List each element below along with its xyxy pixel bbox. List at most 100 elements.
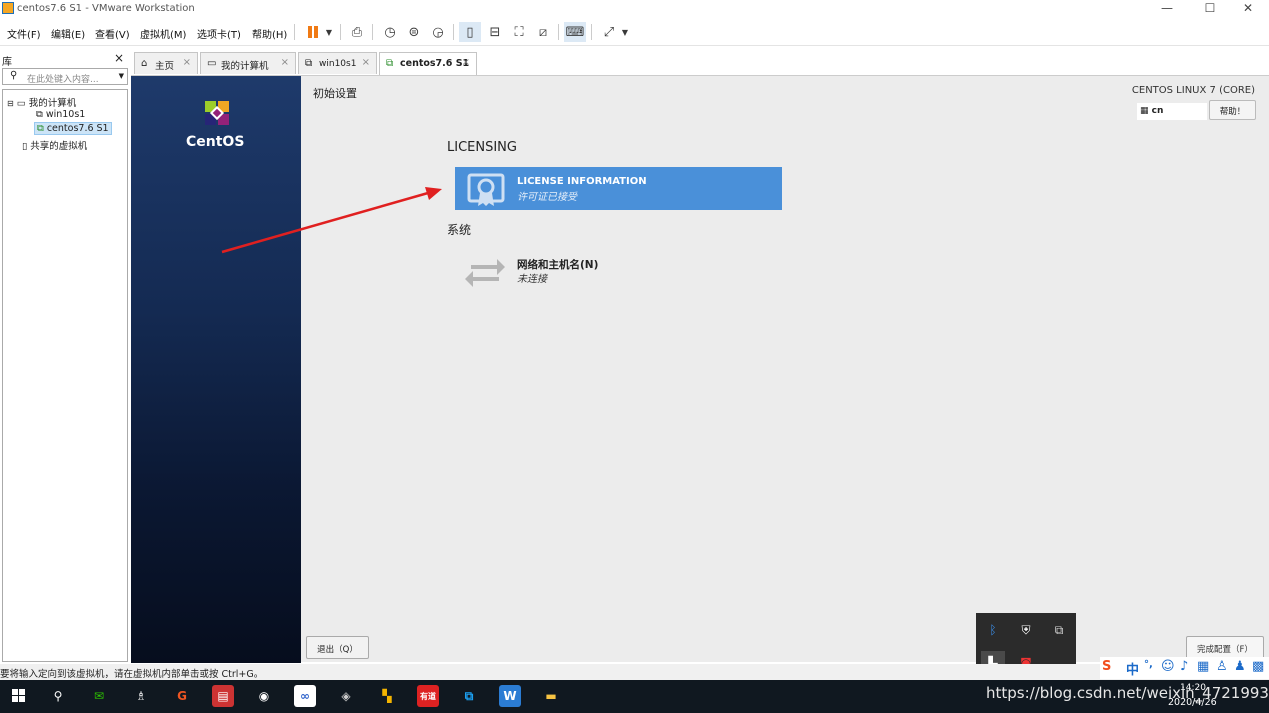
menu-help[interactable]: 帮助(H) xyxy=(252,26,287,41)
network-hostname-spoke[interactable]: 网络和主机名(N) 未连接 xyxy=(455,247,782,292)
soft-keyboard-icon[interactable]: ▦ xyxy=(1197,659,1209,674)
ime-toolbar: S 中 °, ☺ ♪ ▦ ♙ ♟ ▩ xyxy=(1100,657,1269,679)
tab-bar: ⌂ 主页 × ▭ 我的计算机 × ⧉ win10s1 × ⧉ centos7.6… xyxy=(131,52,1269,75)
minimize-button[interactable]: — xyxy=(1152,1,1182,15)
search-icon: ⚲ xyxy=(10,70,18,81)
ime-mode[interactable]: 中 xyxy=(1126,659,1139,678)
tab-close-icon[interactable]: × xyxy=(462,57,470,68)
emoji-icon[interactable]: ☺ xyxy=(1161,659,1175,674)
status-bar: 要将输入定向到该虚拟机，请在虚拟机内部单击或按 Ctrl+G。 xyxy=(0,664,1269,680)
clock-date[interactable]: 2020/4/26 xyxy=(1168,697,1217,708)
library-header: 库 × xyxy=(0,48,130,68)
tree-item-my-computer[interactable]: ⊟ ▭ 我的计算机 xyxy=(7,95,76,109)
tab-centos[interactable]: ⧉ centos7.6 S1 × xyxy=(379,52,477,75)
menu-tabs[interactable]: 选项卡(T) xyxy=(197,26,241,41)
tab-close-icon[interactable]: × xyxy=(281,57,289,68)
license-status: 许可证已接受 xyxy=(517,192,577,203)
tree-item-centos[interactable]: ⧉ centos7.6 S1 xyxy=(34,122,112,135)
window-titlebar: centos7.6 S1 - VMware Workstation — ☐ ✕ xyxy=(0,0,1269,18)
power-dropdown-icon[interactable]: ▼ xyxy=(318,22,340,42)
vm-running-icon: ⧉ xyxy=(37,123,44,134)
unity-icon[interactable]: ⧄ xyxy=(532,22,554,42)
library-title: 库 xyxy=(2,57,12,68)
tab-home[interactable]: ⌂ 主页 × xyxy=(134,52,198,74)
tree-item-win10s1[interactable]: ⧉ win10s1 xyxy=(36,109,85,120)
tab-my-computer[interactable]: ▭ 我的计算机 × xyxy=(200,52,296,74)
library-search-input[interactable]: ⚲ 在此处键入内容... ▼ xyxy=(2,68,128,85)
license-information-spoke[interactable]: LICENSE INFORMATION 许可证已接受 xyxy=(455,167,782,210)
sogou-logo-icon[interactable]: S xyxy=(1102,659,1111,674)
library-close-button[interactable]: × xyxy=(114,51,124,65)
terminal-app-icon[interactable]: ◈ xyxy=(335,685,357,707)
search-icon[interactable]: ⚲ xyxy=(47,685,69,707)
menu-vm[interactable]: 虚拟机(M) xyxy=(140,26,186,41)
stretch-dropdown-icon[interactable]: ▼ xyxy=(614,22,636,42)
tab-close-icon[interactable]: × xyxy=(183,57,191,68)
send-ctrl-alt-del-icon[interactable]: ⎙ xyxy=(346,22,368,42)
menu-edit[interactable]: 编辑(E) xyxy=(51,26,85,41)
office-app-icon[interactable]: ▚ xyxy=(376,685,398,707)
licensing-heading: LICENSING xyxy=(447,140,517,155)
thumbnail-bar-icon[interactable]: ⊟ xyxy=(484,22,506,42)
snapshot-icon[interactable]: ◷ xyxy=(379,22,401,42)
centos-logo-icon xyxy=(205,101,229,125)
maximize-button[interactable]: ☐ xyxy=(1195,1,1225,15)
browser-icon[interactable]: G xyxy=(171,685,193,707)
vm-icon: ⧉ xyxy=(36,109,43,120)
anaconda-sidebar: CentOS xyxy=(131,76,301,663)
vm-console[interactable]: CentOS 初始设置 CENTOS LINUX 7 (CORE) ▦ cn 帮… xyxy=(131,75,1269,663)
computer-icon: ▭ xyxy=(16,98,26,109)
vm-icon: ⧉ xyxy=(305,58,313,69)
calendar-app-icon[interactable]: ▤ xyxy=(212,685,234,707)
tab-close-icon[interactable]: × xyxy=(362,57,370,68)
clock-time[interactable]: 14:20 xyxy=(1180,683,1206,693)
centos-brand-text: CentOS xyxy=(186,134,245,150)
bluetooth-icon[interactable]: ᛒ xyxy=(981,618,1005,642)
quit-button[interactable]: 退出（Q） xyxy=(306,636,369,659)
collapse-icon[interactable]: ⊟ xyxy=(7,99,14,108)
library-tree: ⊟ ▭ 我的计算机 ⧉ win10s1 ⧉ centos7.6 S1 ▯ 共享的… xyxy=(2,89,128,662)
menu-bar: 文件(F) 编辑(E) 查看(V) 虚拟机(M) 选项卡(T) 帮助(H) ▼ … xyxy=(0,18,1269,46)
punctuation-icon[interactable]: °, xyxy=(1144,659,1153,670)
youdao-icon[interactable]: 有道 xyxy=(417,685,439,707)
skin-icon[interactable]: ♟ xyxy=(1234,659,1246,674)
qq-icon[interactable]: ♗ xyxy=(130,685,152,707)
snapshot-manager-icon[interactable]: ◶ xyxy=(427,22,449,42)
vm-running-icon: ⧉ xyxy=(386,58,394,69)
page-title: 初始设置 xyxy=(313,87,357,100)
vmware-app-icon xyxy=(2,2,14,14)
computer-icon: ▭ xyxy=(207,58,217,69)
toolbox-icon[interactable]: ▩ xyxy=(1252,659,1264,674)
revert-snapshot-icon[interactable]: ⊜ xyxy=(403,22,425,42)
certificate-icon xyxy=(467,173,505,206)
license-title: LICENSE INFORMATION xyxy=(517,176,647,187)
help-button[interactable]: 帮助！ xyxy=(1209,100,1256,120)
system-heading: 系统 xyxy=(447,223,472,237)
wechat-icon[interactable]: ✉ xyxy=(88,685,110,707)
menu-view[interactable]: 查看(V) xyxy=(95,26,130,41)
shared-vm-icon: ▯ xyxy=(22,141,28,152)
user-icon[interactable]: ♙ xyxy=(1216,659,1228,674)
word-icon[interactable]: W xyxy=(499,685,521,707)
security-shield-icon[interactable]: ⛨ xyxy=(1014,618,1038,642)
microphone-icon[interactable]: ♪ xyxy=(1180,659,1188,674)
full-screen-icon[interactable]: ⛶ xyxy=(508,22,530,42)
keyboard-icon: ▦ xyxy=(1140,106,1149,116)
show-library-icon[interactable]: ▯ xyxy=(459,22,481,42)
tab-win10s1[interactable]: ⧉ win10s1 × xyxy=(298,52,377,74)
status-text: 要将输入定向到该虚拟机，请在虚拟机内部单击或按 Ctrl+G。 xyxy=(0,669,264,680)
network-arrows-icon xyxy=(465,259,505,287)
file-explorer-icon[interactable]: ▬ xyxy=(540,685,562,707)
search-dropdown-icon[interactable]: ▼ xyxy=(119,72,124,80)
vmware-taskbar-icon[interactable]: ⧉ xyxy=(458,685,480,707)
baidu-netdisk-icon[interactable]: ∞ xyxy=(294,685,316,707)
finish-configuration-button[interactable]: 完成配置（F） xyxy=(1186,636,1264,659)
tree-item-shared-vms[interactable]: ▯ 共享的虚拟机 xyxy=(22,138,87,152)
console-view-icon[interactable]: ⌨ xyxy=(564,22,586,42)
keyboard-layout-indicator[interactable]: ▦ cn xyxy=(1137,103,1207,120)
menu-file[interactable]: 文件(F) xyxy=(7,26,41,41)
media-player-icon[interactable]: ◉ xyxy=(253,685,275,707)
start-icon[interactable] xyxy=(8,685,30,707)
close-window-button[interactable]: ✕ xyxy=(1233,1,1263,15)
vmware-tray-icon[interactable]: ⧉ xyxy=(1047,618,1071,642)
